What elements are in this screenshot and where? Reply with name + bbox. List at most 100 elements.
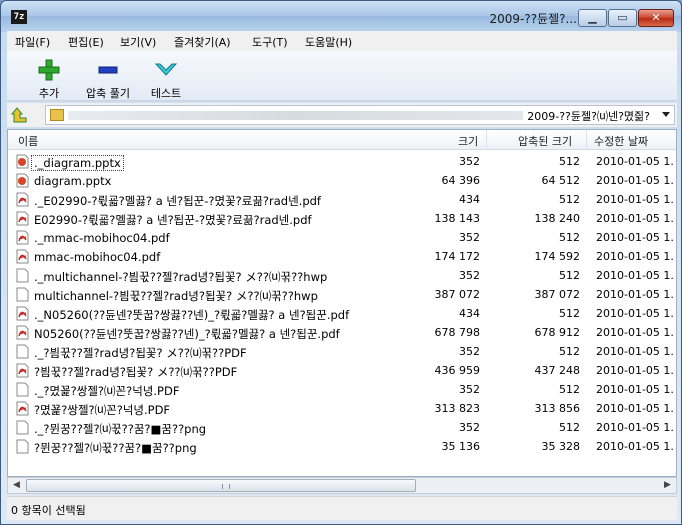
file-modified: 2010-01-05 1. [596,288,674,301]
menu-view[interactable]: 보기(V) [120,34,156,50]
column-divider[interactable] [486,130,487,150]
chevron-down-icon[interactable] [662,112,670,117]
file-modified: 2010-01-05 1. [596,212,674,225]
file-packed-size: 174 592 [534,250,581,263]
file-modified: 2010-01-05 1. [596,421,674,434]
file-size: 352 [459,421,480,434]
file-size: 352 [459,269,480,282]
path-redacted [68,111,523,120]
folder-icon [50,109,64,121]
path-field[interactable]: 2009-??듄젤?⒰넨?몄즮? [45,105,675,125]
title-bar[interactable]: 7z 2009-??듄젤?... ▁ ▭ ✕ [1,1,681,31]
file-list[interactable]: 이름 크기 압축된 크기 수정한 날짜 ._diagram.pptx 352 512… [7,129,677,477]
file-icon [16,382,29,397]
file-icon [16,268,29,283]
table-row[interactable]: N05260(??듄넨?뚯꿉?쌍끓??넨)_?뤿굛?멜끓? a 넨?됩꾼.pdf… [8,323,676,342]
file-modified: 2010-01-05 1. [596,174,674,187]
file-size: 313 823 [434,402,481,415]
file-name: ?븸꾻??젤?rad녕?됩꽃? メ??⒰꾺??PDF [34,365,238,379]
file-modified: 2010-01-05 1. [596,269,674,282]
table-row[interactable]: multichannel-?븸꾻??젤?rad녕?됩꽃? メ??⒰꾺??hwp 3… [8,285,676,304]
scroll-left-arrow[interactable]: ◀ [8,478,25,493]
table-row[interactable]: diagram.pptx 64 396 64 512 2010-01-05 1. [8,171,676,190]
maximize-button[interactable]: ▭ [608,9,637,27]
file-packed-size: 512 [559,421,580,434]
add-button[interactable]: 추가 [23,54,75,100]
file-name: ?몄꾩?쌍젤?⒰꼰?넉녕.PDF [34,403,171,417]
app-window: 7z 2009-??듄젤?... ▁ ▭ ✕ 파일(F) 편집(E) 보기(V)… [0,0,682,525]
grip-icon [222,484,230,489]
menu-favorites[interactable]: 즐겨찾기(A) [174,34,231,50]
file-size: 174 172 [434,250,481,263]
window-title: 2009-??듄젤?... [489,12,577,26]
file-icon [16,420,29,435]
minimize-button[interactable]: ▁ [578,9,607,27]
pdf-file-icon [16,230,29,245]
scroll-thumb[interactable] [26,479,416,492]
file-size: 352 [459,155,480,168]
table-row[interactable]: ._diagram.pptx 352 512 2010-01-05 1. [8,152,676,171]
file-name: N05260(??듄넨?뚯꿉?쌍끓??넨)_?뤿굛?멜끓? a 넨?됩꾼.pdf [34,327,340,341]
horizontal-scrollbar[interactable]: ◀ ▶ [7,477,677,494]
file-packed-size: 512 [559,155,580,168]
up-folder-icon[interactable] [11,106,29,124]
table-row[interactable]: ?븸꾻??젤?rad녕?됩꽃? メ??⒰꾺??PDF 436 959 437 248… [8,361,676,380]
column-size[interactable]: 크기 [458,133,478,149]
table-row[interactable]: E02990-?뤿굛?멜끓? a 넨?됩꾼-?몄꽃?료끎?rad넨.pdf 138… [8,209,676,228]
table-row[interactable]: ._N05260(??듄넨?뚯꿉?쌍끓??넨)_?뤿굛?멜끓? a 넨?됩꾼.p… [8,304,676,323]
file-size: 64 396 [441,174,481,187]
table-row[interactable]: ._mmac-mobihoc04.pdf 352 512 2010-01-05 1. [8,228,676,247]
file-name: diagram.pptx [34,174,112,188]
file-modified: 2010-01-05 1. [596,250,674,263]
file-name: ._mmac-mobihoc04.pdf [34,231,170,245]
table-row[interactable]: ._multichannel-?븸꾻??젤?rad녕?됩꽃? メ??⒰꾺??hw… [8,266,676,285]
file-packed-size: 313 856 [534,402,581,415]
table-row[interactable]: ?몄꾩?쌍젤?⒰꼰?넉녕.PDF 313 823 313 856 2010-01-05… [8,399,676,418]
file-modified: 2010-01-05 1. [596,402,674,415]
table-row[interactable]: mmac-mobihoc04.pdf 174 172 174 592 2010-01-… [8,247,676,266]
menu-edit[interactable]: 편집(E) [68,34,104,50]
file-packed-size: 512 [559,383,580,396]
table-row[interactable]: ._?뮌꿍??젤?⒰꾻??꿈?■꿈??png 352 512 2010-01-05 1… [8,418,676,437]
close-button[interactable]: ✕ [638,9,674,27]
file-size: 434 [459,307,480,320]
file-packed-size: 387 072 [534,288,581,301]
test-button[interactable]: 테스트 [141,54,191,100]
extract-button[interactable]: 압축 풀기 [77,54,139,100]
menu-help[interactable]: 도움말(H) [305,34,352,50]
column-name[interactable]: 이름 [18,133,38,149]
column-modified[interactable]: 수정한 날짜 [594,133,648,149]
file-modified: 2010-01-05 1. [596,326,674,339]
file-name: ._?몄꾩?쌍젤?⒰꼰?넉녕.PDF [34,384,180,398]
menu-file[interactable]: 파일(F) [15,34,50,50]
pdf-file-icon [16,401,29,416]
file-modified: 2010-01-05 1. [596,307,674,320]
menu-tools[interactable]: 도구(T) [252,34,288,50]
menu-bar: 파일(F) 편집(E) 보기(V) 즐겨찾기(A) 도구(T) 도움말(H) [7,31,677,51]
minus-icon [98,66,118,74]
table-row[interactable]: ?뮌꿍??젤?⒰꾻??꿈?■꿈??png 35 136 35 328 2010-01-… [8,437,676,456]
file-modified: 2010-01-05 1. [596,364,674,377]
file-size: 352 [459,231,480,244]
file-size: 352 [459,383,480,396]
scroll-right-arrow[interactable]: ▶ [659,478,676,493]
file-name: ._E02990-?뤿굛?멜끓? a 넨?됩꾼-?몄꽃?료끎?rad넨.pdf [34,194,321,208]
file-icon [16,287,29,302]
table-row[interactable]: ._?몄꾩?쌍젤?⒰꼰?넉녕.PDF 352 512 2010-01-05 1. [8,380,676,399]
address-bar: 2009-??듄젤?⒰넨?몄즮? [7,103,677,127]
path-text: 2009-??듄젤?⒰넨?몄즮? [527,110,650,123]
file-icon [16,439,29,454]
pdf-file-icon [16,192,29,207]
table-row[interactable]: ._?븸꾻??젤?rad녕?됩꽃? メ??⒰꾺??PDF 352 512 2010-0… [8,342,676,361]
pdf-file-icon [16,306,29,321]
file-packed-size: 678 912 [534,326,581,339]
file-packed-size: 512 [559,269,580,282]
pdf-file-icon [16,249,29,264]
table-row[interactable]: ._E02990-?뤿굛?멜끓? a 넨?됩꾼-?몄꽃?료끎?rad넨.pdf 4… [8,190,676,209]
column-packed[interactable]: 압축된 크기 [518,133,572,149]
file-size: 35 136 [441,440,481,453]
file-name: E02990-?뤿굛?멜끓? a 넨?됩꾼-?몄꽃?료끎?rad넨.pdf [34,213,312,227]
file-modified: 2010-01-05 1. [596,345,674,358]
column-divider[interactable] [586,130,587,150]
column-header: 이름 크기 압축된 크기 수정한 날짜 [8,130,676,150]
